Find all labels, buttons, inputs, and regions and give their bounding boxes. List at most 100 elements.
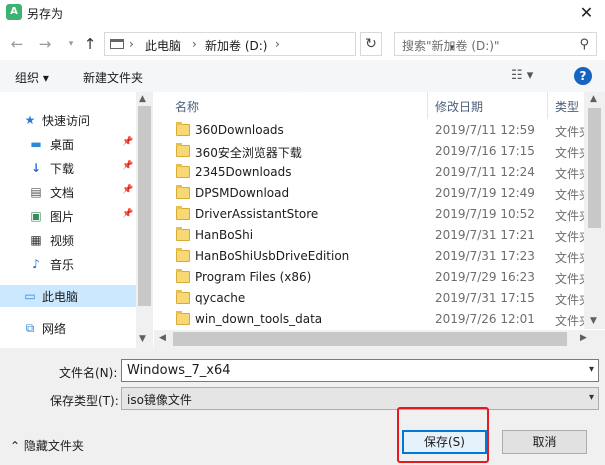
- cancel-button[interactable]: 取消: [502, 430, 587, 454]
- chevron-right-icon[interactable]: ›: [129, 37, 134, 51]
- sidebar-item-network[interactable]: ⧉ 网络: [0, 317, 136, 339]
- organize-button[interactable]: 组织 ▾: [15, 69, 49, 86]
- file-date: 2019/7/16 17:15: [435, 144, 535, 158]
- filename-value: Windows_7_x64: [127, 363, 231, 378]
- table-row[interactable]: DriverAssistantStore 2019/7/19 10:52 文件夹: [154, 204, 591, 225]
- file-name: Program Files (x86): [195, 270, 312, 284]
- table-row[interactable]: DPSMDownload 2019/7/19 12:49 文件夹: [154, 183, 591, 204]
- filetype-label: 保存类型(T):: [50, 394, 119, 408]
- scroll-left-icon[interactable]: ◀: [159, 333, 166, 343]
- refresh-button[interactable]: ↻: [360, 32, 382, 56]
- table-row[interactable]: HanBoShi 2019/7/31 17:21 文件夹: [154, 225, 591, 246]
- scroll-up-icon[interactable]: ▲: [590, 94, 597, 104]
- chevron-right-icon[interactable]: ›: [275, 37, 280, 51]
- file-name: 360安全浏览器下载: [195, 146, 302, 160]
- chevron-up-icon: ⌃: [10, 439, 21, 453]
- file-name: 360Downloads: [195, 123, 284, 137]
- help-icon[interactable]: ?: [574, 67, 592, 85]
- file-name: DPSMDownload: [195, 186, 290, 200]
- recent-dropdown-icon[interactable]: ▾: [62, 34, 80, 54]
- chevron-right-icon[interactable]: ›: [192, 37, 197, 51]
- view-options-icon[interactable]: ☷ ▾: [511, 68, 533, 83]
- table-row[interactable]: qycache 2019/7/31 17:15 文件夹: [154, 288, 591, 309]
- computer-icon: ▭: [24, 289, 36, 303]
- column-divider[interactable]: [427, 92, 428, 119]
- chevron-down-icon[interactable]: ▾: [589, 392, 594, 403]
- star-icon: ★: [24, 113, 36, 127]
- column-type[interactable]: 类型: [555, 98, 579, 115]
- search-icon[interactable]: ⚲: [579, 37, 589, 52]
- scrollbar-thumb[interactable]: [588, 108, 601, 228]
- sidebar-item-label: 此电脑: [42, 290, 79, 304]
- column-divider[interactable]: [547, 92, 548, 119]
- drive-icon: [110, 39, 124, 49]
- file-date: 2019/7/11 12:24: [435, 165, 535, 179]
- forward-arrow-icon[interactable]: →: [36, 34, 54, 54]
- scrollbar-thumb[interactable]: [173, 332, 567, 346]
- new-folder-button[interactable]: 新建文件夹: [83, 69, 143, 86]
- folder-icon: [176, 185, 190, 199]
- column-name[interactable]: 名称: [175, 98, 199, 115]
- search-input[interactable]: 搜索"新加卷 (D:)" ⚲: [394, 32, 597, 56]
- sidebar-scrollbar[interactable]: ▲ ▼: [136, 92, 153, 348]
- sidebar-item-videos[interactable]: ▦ 视频: [0, 229, 136, 251]
- up-arrow-icon[interactable]: ↑: [81, 34, 99, 54]
- sidebar-item-this-pc[interactable]: ▭ 此电脑: [0, 285, 136, 307]
- sidebar-item-label: 音乐: [50, 258, 75, 272]
- folder-icon: [176, 269, 190, 283]
- close-icon[interactable]: ✕: [568, 0, 605, 26]
- download-icon: ↓: [30, 161, 42, 175]
- network-icon: ⧉: [25, 321, 35, 335]
- breadcrumb-this-pc[interactable]: 此电脑: [145, 37, 181, 54]
- address-bar[interactable]: › 此电脑 › 新加卷 (D:) › ▾: [104, 32, 454, 56]
- file-date: 2019/7/31 17:21: [435, 228, 535, 242]
- filename-field[interactable]: Windows_7_x64 ▾: [121, 359, 599, 382]
- sort-ascending-icon: ⌃: [293, 92, 302, 100]
- file-date: 2019/7/19 10:52: [435, 207, 535, 221]
- sidebar-item-label: 视频: [50, 234, 75, 248]
- document-icon: ▤: [30, 185, 42, 199]
- pin-icon[interactable]: 📌: [122, 185, 133, 195]
- video-icon: ▦: [30, 233, 42, 247]
- file-date: 2019/7/31 17:15: [435, 291, 535, 305]
- sidebar-item-label: 桌面: [50, 138, 75, 152]
- file-date: 2019/7/29 16:23: [435, 270, 535, 284]
- hide-folders-button[interactable]: ⌃ 隐藏文件夹: [10, 437, 84, 454]
- table-row[interactable]: HanBoShiUsbDriveEdition 2019/7/31 17:23 …: [154, 246, 591, 267]
- command-toolbar: 组织 ▾ 新建文件夹 ☷ ▾ ?: [0, 60, 605, 92]
- back-arrow-icon[interactable]: ←: [8, 34, 26, 54]
- table-row[interactable]: 2345Downloads 2019/7/11 12:24 文件夹: [154, 162, 591, 183]
- scroll-down-icon[interactable]: ▼: [590, 316, 597, 326]
- scroll-up-icon[interactable]: ▲: [139, 94, 146, 104]
- filetype-select[interactable]: iso镜像文件 ▾: [121, 387, 599, 410]
- table-row[interactable]: win_down_tools_data 2019/7/26 12:01 文件夹: [154, 309, 591, 330]
- navigation-pane: ★ 快速访问 ▬ 桌面 📌 ↓ 下载 📌 ▤ 文档 📌 ▣ 图片 📌 ▦ 视频 …: [0, 92, 153, 348]
- sidebar-item-label: 图片: [50, 210, 75, 224]
- sidebar-item-pictures[interactable]: ▣ 图片 📌: [0, 205, 136, 227]
- file-name: win_down_tools_data: [195, 312, 323, 326]
- file-name: HanBoShiUsbDriveEdition: [195, 249, 350, 263]
- scroll-down-icon[interactable]: ▼: [139, 334, 146, 344]
- pin-icon[interactable]: 📌: [122, 209, 133, 219]
- file-list-vertical-scrollbar[interactable]: ▲ ▼: [584, 92, 605, 329]
- sidebar-item-downloads[interactable]: ↓ 下载 📌: [0, 157, 136, 179]
- breadcrumb-drive-d[interactable]: 新加卷 (D:): [205, 37, 267, 54]
- scrollbar-thumb[interactable]: [138, 106, 151, 306]
- table-row[interactable]: Program Files (x86) 2019/7/29 16:23 文件夹: [154, 267, 591, 288]
- column-date[interactable]: 修改日期: [435, 98, 483, 115]
- save-options-panel: 文件名(N): Windows_7_x64 ▾ 保存类型(T): iso镜像文件…: [0, 348, 605, 465]
- file-list-horizontal-scrollbar[interactable]: ◀ ▶: [154, 330, 605, 348]
- table-row[interactable]: 360Downloads 2019/7/11 12:59 文件夹: [154, 120, 591, 141]
- scroll-right-icon[interactable]: ▶: [580, 333, 587, 343]
- pin-icon[interactable]: 📌: [122, 137, 133, 147]
- sidebar-item-music[interactable]: ♪ 音乐: [0, 253, 136, 275]
- pin-icon[interactable]: 📌: [122, 161, 133, 171]
- file-list: ⌃ 名称 修改日期 类型 360Downloads 2019/7/11 12:5…: [154, 92, 605, 348]
- chevron-down-icon[interactable]: ▾: [589, 364, 594, 375]
- folder-icon: [176, 227, 190, 241]
- sidebar-item-label: 快速访问: [42, 114, 91, 128]
- sidebar-item-quick-access[interactable]: ★ 快速访问: [0, 109, 136, 131]
- table-row[interactable]: 360安全浏览器下载 2019/7/16 17:15 文件夹: [154, 141, 591, 162]
- sidebar-item-desktop[interactable]: ▬ 桌面 📌: [0, 133, 136, 155]
- sidebar-item-documents[interactable]: ▤ 文档 📌: [0, 181, 136, 203]
